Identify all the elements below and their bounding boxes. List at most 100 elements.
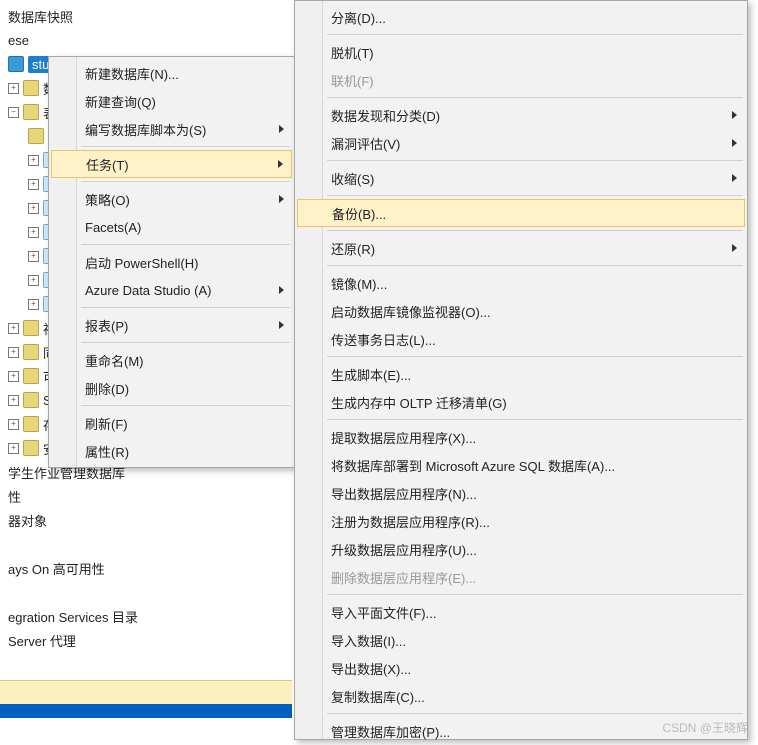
expand-icon[interactable]: + [8, 419, 19, 430]
expand-icon[interactable]: + [8, 347, 19, 358]
menu-item[interactable]: Azure Data Studio (A) [51, 276, 292, 304]
menu-separator [81, 342, 290, 343]
menu-item-label: 生成内存中 OLTP 迁移清单(G) [331, 393, 507, 412]
menu-item-label: 备份(B)... [332, 204, 386, 223]
folder-icon [23, 440, 39, 456]
menu-separator [327, 419, 743, 420]
expand-icon[interactable]: + [28, 275, 39, 286]
menu-item-label: 升级数据层应用程序(U)... [331, 540, 477, 559]
menu-item: 联机(F) [297, 66, 745, 94]
menu-item[interactable]: 启动 PowerShell(H) [51, 248, 292, 276]
menu-item-label: 漏洞评估(V) [331, 134, 400, 153]
menu-item[interactable]: 重命名(M) [51, 346, 292, 374]
menu-item[interactable]: 策略(O) [51, 185, 292, 213]
menu-item[interactable]: 脱机(T) [297, 38, 745, 66]
menu-item-label: 新建查询(Q) [85, 92, 156, 111]
submenu-arrow-icon [279, 321, 284, 329]
menu-separator [327, 265, 743, 266]
submenu-arrow-icon [279, 286, 284, 294]
menu-separator [81, 307, 290, 308]
expand-icon[interactable]: + [8, 83, 19, 94]
menu-item[interactable]: 导入数据(I)... [297, 626, 745, 654]
menu-item[interactable]: 导出数据(X)... [297, 654, 745, 682]
expand-icon[interactable]: + [28, 299, 39, 310]
menu-item-label: 删除数据层应用程序(E)... [331, 568, 476, 587]
submenu-arrow-icon [732, 139, 737, 147]
menu-item[interactable]: 导出数据层应用程序(N)... [297, 479, 745, 507]
menu-item[interactable]: 备份(B)... [297, 199, 745, 227]
menu-separator [327, 97, 743, 98]
menu-item-label: 报表(P) [85, 316, 128, 335]
folder-icon [28, 128, 44, 144]
menu-item-label: 新建数据库(N)... [85, 64, 179, 83]
menu-item[interactable]: 数据发现和分类(D) [297, 101, 745, 129]
menu-separator [81, 405, 290, 406]
menu-item[interactable]: 任务(T) [51, 150, 292, 178]
menu-item[interactable]: 注册为数据层应用程序(R)... [297, 507, 745, 535]
menu-item[interactable]: 启动数据库镜像监视器(O)... [297, 297, 745, 325]
expand-icon[interactable]: + [28, 179, 39, 190]
menu-item-label: 注册为数据层应用程序(R)... [331, 512, 490, 531]
context-menu-primary[interactable]: 新建数据库(N)... 新建查询(Q) 编写数据库脚本为(S) 任务(T) 策略(O)F… [48, 56, 295, 468]
menu-item[interactable]: 属性(R) [51, 437, 292, 465]
menu-item[interactable]: 复制数据库(C)... [297, 682, 745, 710]
folder-icon [23, 416, 39, 432]
menu-item[interactable]: 升级数据层应用程序(U)... [297, 535, 745, 563]
menu-item[interactable]: 新建查询(Q) [51, 87, 292, 115]
menu-item-label: 启动 PowerShell(H) [85, 253, 198, 272]
menu-item-label: 启动数据库镜像监视器(O)... [331, 302, 491, 321]
submenu-arrow-icon [279, 195, 284, 203]
menu-item[interactable]: 还原(R) [297, 234, 745, 262]
expand-icon[interactable]: + [28, 227, 39, 238]
expand-icon[interactable]: + [28, 251, 39, 262]
expand-icon[interactable]: + [28, 155, 39, 166]
menu-item-label: 传送事务日志(L)... [331, 330, 436, 349]
menu-item[interactable]: 新建数据库(N)... [51, 59, 292, 87]
expand-icon[interactable]: + [8, 323, 19, 334]
menu-item-label: 管理数据库加密(P)... [331, 722, 450, 741]
menu-item[interactable]: 传送事务日志(L)... [297, 325, 745, 353]
menu-item-label: 导出数据层应用程序(N)... [331, 484, 477, 503]
menu-item-label: 刷新(F) [85, 414, 128, 433]
menu-separator [327, 356, 743, 357]
menu-separator [81, 244, 290, 245]
watermark: CSDN @王晓辉 [662, 719, 748, 736]
menu-item[interactable]: 导入平面文件(F)... [297, 598, 745, 626]
expand-icon[interactable]: + [28, 203, 39, 214]
expand-icon[interactable]: + [8, 371, 19, 382]
menu-item[interactable]: 漏洞评估(V) [297, 129, 745, 157]
menu-item[interactable]: 收缩(S) [297, 164, 745, 192]
menu-item-label: 导入平面文件(F)... [331, 603, 436, 622]
expand-icon[interactable]: − [8, 107, 19, 118]
menu-item-label: 脱机(T) [331, 43, 374, 62]
menu-item[interactable]: 编写数据库脚本为(S) [51, 115, 292, 143]
menu-item-label: 导出数据(X)... [331, 659, 411, 678]
menu-item-label: 将数据库部署到 Microsoft Azure SQL 数据库(A)... [331, 456, 615, 475]
menu-item[interactable]: 生成脚本(E)... [297, 360, 745, 388]
menu-item[interactable]: 镜像(M)... [297, 269, 745, 297]
menu-item[interactable]: 报表(P) [51, 311, 292, 339]
folder-icon [23, 368, 39, 384]
context-menu-tasks[interactable]: 分离(D)... 脱机(T) 联机(F) 数据发现和分类(D) 漏洞评估(V) 收缩(S)… [294, 0, 748, 740]
folder-icon [23, 104, 39, 120]
expand-icon[interactable]: + [8, 395, 19, 406]
menu-item-label: 提取数据层应用程序(X)... [331, 428, 476, 447]
expand-icon[interactable]: + [8, 443, 19, 454]
menu-separator [81, 146, 290, 147]
menu-item-label: 联机(F) [331, 71, 374, 90]
menu-item[interactable]: Facets(A) [51, 213, 292, 241]
menu-separator [81, 181, 290, 182]
menu-item-label: 收缩(S) [331, 169, 374, 188]
menu-item[interactable]: 将数据库部署到 Microsoft Azure SQL 数据库(A)... [297, 451, 745, 479]
footer-bar [0, 704, 292, 718]
menu-item[interactable]: 提取数据层应用程序(X)... [297, 423, 745, 451]
menu-item[interactable]: 刷新(F) [51, 409, 292, 437]
folder-icon [23, 320, 39, 336]
menu-item[interactable]: 分离(D)... [297, 3, 745, 31]
menu-item-label: 属性(R) [85, 442, 129, 461]
menu-item[interactable]: 删除(D) [51, 374, 292, 402]
menu-item[interactable]: 生成内存中 OLTP 迁移清单(G) [297, 388, 745, 416]
menu-item-label: 重命名(M) [85, 351, 144, 370]
menu-separator [327, 34, 743, 35]
folder-icon [23, 80, 39, 96]
